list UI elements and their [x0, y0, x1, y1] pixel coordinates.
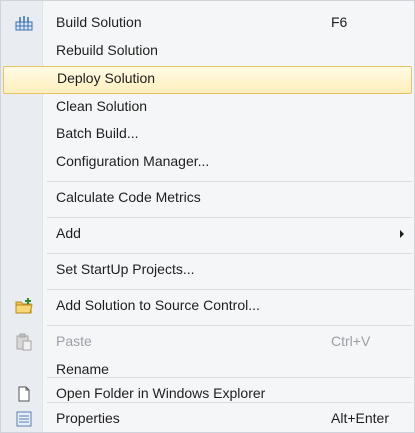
menu-item-label: Clean Solution — [56, 98, 148, 114]
menu-item-label: Properties — [56, 410, 120, 426]
menu-item-add-solution-to-source-control[interactable]: Add Solution to Source Control... — [1, 293, 414, 319]
menu-item-add[interactable]: Add — [1, 221, 414, 247]
menu-item-deploy-solution[interactable]: Deploy Solution — [3, 66, 412, 94]
menu-item-label: Build Solution — [56, 14, 142, 30]
menu-item-label: Paste — [56, 333, 92, 349]
properties-icon — [15, 410, 33, 428]
paste-icon — [15, 333, 33, 351]
menu-item-shortcut: Alt+Enter — [331, 410, 389, 426]
menu-separator — [47, 253, 412, 254]
solution-context-menu: Build Solution F6 Rebuild Solution Deplo… — [0, 0, 415, 433]
menu-item-set-startup-projects[interactable]: Set StartUp Projects... — [1, 257, 414, 283]
menu-item-label: Batch Build... — [56, 125, 139, 141]
menu-separator — [47, 217, 412, 218]
menu-item-configuration-manager[interactable]: Configuration Manager... — [1, 149, 414, 175]
submenu-arrow-icon — [400, 230, 404, 238]
menu-item-batch-build[interactable]: Batch Build... — [1, 121, 414, 147]
menu-item-label: Add — [56, 225, 81, 241]
menu-separator — [47, 402, 412, 403]
build-icon — [15, 14, 33, 32]
menu-item-open-folder-in-windows-explorer[interactable]: Open Folder in Windows Explorer — [1, 381, 414, 407]
menu-item-label: Deploy Solution — [57, 70, 156, 86]
menu-item-calculate-code-metrics[interactable]: Calculate Code Metrics — [1, 185, 414, 211]
menu-item-build-solution[interactable]: Build Solution F6 — [1, 10, 414, 36]
menu-item-label: Configuration Manager... — [56, 153, 210, 169]
menu-item-rebuild-solution[interactable]: Rebuild Solution — [1, 38, 414, 64]
menu-item-shortcut: Ctrl+V — [331, 333, 371, 349]
menu-item-label: Add Solution to Source Control... — [56, 297, 260, 313]
menu-item-properties[interactable]: Properties Alt+Enter — [1, 406, 414, 432]
menu-item-shortcut: F6 — [331, 14, 348, 30]
open-folder-icon — [15, 385, 33, 403]
menu-item-rename[interactable]: Rename — [1, 357, 414, 383]
menu-separator — [47, 325, 412, 326]
menu-item-label: Calculate Code Metrics — [56, 189, 201, 205]
menu-separator — [47, 181, 412, 182]
menu-item-clean-solution[interactable]: Clean Solution — [1, 94, 414, 120]
menu-item-label: Rename — [56, 361, 109, 377]
menu-item-label: Rebuild Solution — [56, 42, 158, 58]
menu-item-paste[interactable]: Paste Ctrl+V — [1, 329, 414, 355]
menu-item-label: Set StartUp Projects... — [56, 261, 195, 277]
menu-separator — [47, 377, 412, 378]
menu-item-label: Open Folder in Windows Explorer — [56, 385, 266, 401]
folder-add-icon — [15, 297, 33, 315]
menu-separator — [47, 289, 412, 290]
